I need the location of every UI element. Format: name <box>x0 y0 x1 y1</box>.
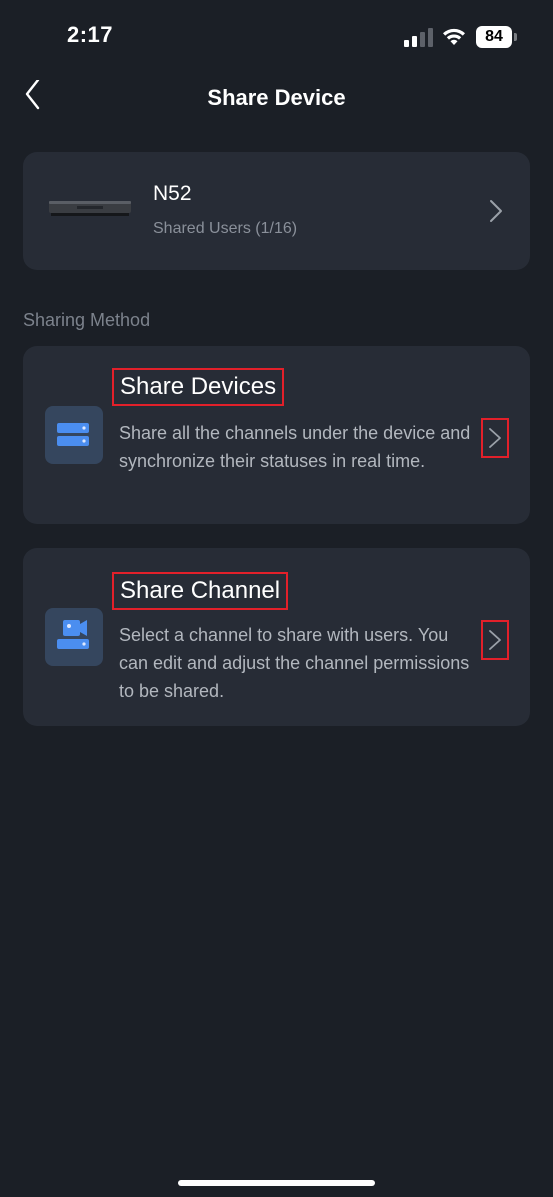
share-channel-chevron[interactable] <box>481 620 509 660</box>
share-devices-description: Share all the channels under the device … <box>119 423 471 471</box>
share-channel-description: Select a channel to share with users. Yo… <box>119 625 470 701</box>
battery-cap <box>514 33 517 41</box>
nav-bar: Share Device <box>0 70 553 130</box>
battery-level: 84 <box>485 28 503 45</box>
status-bar: 2:17 84 <box>0 0 553 70</box>
camera-channel-icon <box>45 608 103 666</box>
chevron-right-icon <box>489 428 501 448</box>
device-card[interactable]: N52 Shared Users (1/16) <box>23 152 530 270</box>
wifi-icon <box>441 25 467 47</box>
share-channel-title: Share Channel <box>112 572 289 610</box>
page-title: Share Device <box>207 85 346 110</box>
nvr-device-image <box>47 197 133 219</box>
sharing-method-label: Sharing Method <box>23 310 151 330</box>
home-indicator[interactable] <box>178 1180 375 1186</box>
share-device-screen: 2:17 84 Share Device N52 Shared Users (1… <box>0 0 553 1197</box>
share-devices-option[interactable]: Share Devices Share all the channels und… <box>23 346 530 524</box>
battery-icon: 84 <box>476 26 518 48</box>
chevron-right-icon <box>489 630 501 650</box>
share-channel-option[interactable]: Share Channel Select a channel to share … <box>23 548 530 726</box>
server-stack-icon <box>45 406 103 464</box>
chevron-right-icon <box>486 198 506 224</box>
status-time: 2:17 <box>67 22 114 47</box>
share-devices-title: Share Devices <box>112 368 285 406</box>
shared-users-count: Shared Users (1/16) <box>153 220 298 237</box>
device-name: N52 <box>153 182 192 205</box>
cellular-signal-icon <box>404 27 434 47</box>
share-devices-chevron[interactable] <box>481 418 509 458</box>
